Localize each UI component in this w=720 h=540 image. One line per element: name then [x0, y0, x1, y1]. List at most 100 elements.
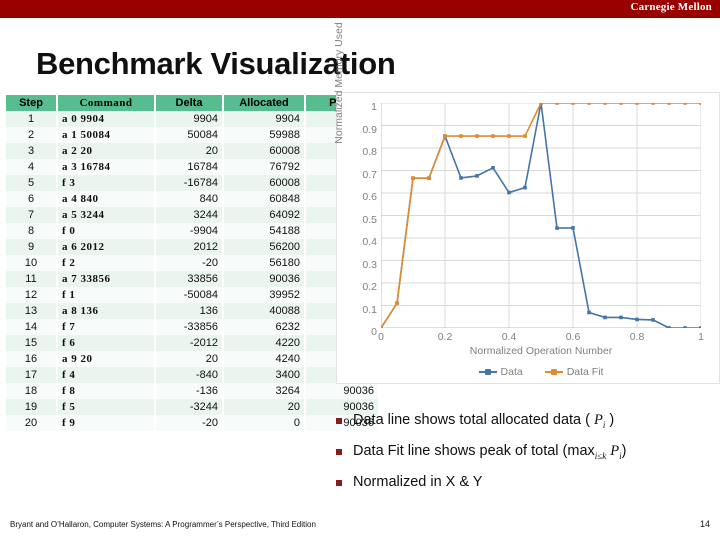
series-marker-data	[507, 190, 511, 195]
series-marker-data-fit	[539, 101, 543, 105]
bullet-square-icon	[336, 448, 342, 455]
y-tick-label: 0.3	[362, 258, 377, 271]
series-marker-data-fit	[427, 176, 431, 180]
cell-step: 9	[6, 239, 58, 255]
cell-step: 19	[6, 399, 58, 415]
series-marker-data	[491, 166, 495, 170]
series-marker-data	[667, 326, 671, 330]
cell-allocated: 60848	[223, 191, 306, 207]
series-marker-data-fit	[699, 101, 703, 105]
cell-allocated: 3400	[223, 367, 306, 383]
series-marker-data	[651, 318, 655, 322]
cell-step: 1	[6, 111, 58, 127]
benchmark-chart: Normalized Memory Used 0 0.1 0.2 0.3 0.4 0.5 0…	[333, 22, 720, 384]
cell-step: 2	[6, 127, 58, 143]
cell-command: f 4	[57, 367, 156, 383]
series-marker-data	[635, 317, 639, 322]
bullet-2-post: )	[621, 442, 627, 459]
cell-allocated: 6232	[223, 319, 306, 335]
cell-step: 12	[6, 287, 58, 303]
series-marker-data-fit	[587, 101, 591, 105]
bullet-1-pre: Data line shows total allocated data (	[353, 412, 590, 428]
cell-allocated: 3264	[223, 383, 306, 399]
y-tick-label: 1	[371, 101, 377, 113]
footer-attribution: Bryant and O’Hallaron, Computer Systems:…	[10, 520, 316, 529]
bullet-1-sub: i	[602, 419, 606, 430]
bullet-2-sub: i≤k	[594, 450, 607, 461]
cell-step: 16	[6, 351, 58, 367]
list-item: Normalized in X & Y	[336, 474, 714, 491]
chart-y-axis-title: Normalized Memory Used	[333, 22, 345, 144]
y-tick-label: 0.1	[362, 303, 377, 316]
cell-delta: 840	[155, 191, 224, 207]
list-item: Data Fit line shows peak of total (maxi≤…	[336, 443, 714, 465]
bullet-2-var: P	[610, 442, 620, 459]
cell-delta: 20	[155, 143, 224, 159]
bullet-square-icon	[336, 479, 342, 486]
table-row: 14f 7-33856623290036	[6, 319, 378, 335]
cell-command: f 1	[57, 287, 156, 303]
x-tick-label: 1	[698, 331, 704, 343]
cell-allocated: 60008	[223, 175, 306, 191]
cell-delta: -20	[155, 415, 224, 431]
cell-allocated: 59988	[223, 127, 306, 143]
y-tick-label: 0.7	[362, 168, 377, 181]
cell-command: f 0	[57, 223, 156, 239]
table-row: 5f 3-167846000876792	[6, 175, 378, 191]
cell-delta: -20	[155, 255, 224, 271]
cell-command: f 3	[57, 175, 156, 191]
cell-delta: -3244	[155, 399, 224, 415]
series-marker-data-fit	[635, 101, 639, 105]
cell-command: a 9 20	[57, 351, 156, 367]
table-row: 18 f 8 -136 3264 90036	[6, 383, 378, 399]
cell-step: 6	[6, 191, 58, 207]
table-row: 17f 4-840340090036	[6, 367, 378, 383]
y-tick-label: 0.4	[362, 236, 377, 248]
cell-delta: -840	[155, 367, 224, 383]
bullet-1-post: )	[609, 412, 615, 428]
series-marker-data-fit	[443, 134, 447, 138]
cell-allocated: 64092	[223, 207, 306, 223]
cell-step: 13	[6, 303, 58, 319]
x-tick-label: 0.8	[629, 331, 645, 343]
column-header-command: Command	[57, 95, 156, 111]
series-marker-data-fit	[507, 134, 511, 138]
series-marker-data-fit	[603, 101, 607, 105]
y-tick-label: 0.6	[362, 191, 377, 203]
cell-delta: 9904	[155, 111, 224, 127]
cell-command: f 9	[57, 415, 156, 431]
cell-step: 3	[6, 143, 58, 159]
table-row: 4a 3 16784167847679276792	[6, 159, 378, 175]
legend-swatch-icon	[478, 369, 497, 375]
table-row: 6a 4 8408406084876792	[6, 191, 378, 207]
slide-page-number: 14	[699, 519, 710, 529]
cell-step: 7	[6, 207, 58, 223]
bullet-list: Data line shows total allocated data ( P…	[336, 412, 714, 500]
cell-delta: -33856	[155, 319, 224, 335]
y-tick-label: 0.8	[362, 146, 377, 158]
cell-allocated: 39952	[223, 287, 306, 303]
benchmark-table-container: Step Command Delta Allocated Peak 1a 0 9…	[6, 95, 378, 431]
series-marker-data-fit	[667, 101, 671, 105]
cell-allocated: 60008	[223, 143, 306, 159]
cell-allocated: 9904	[223, 111, 306, 127]
cell-command: f 6	[57, 335, 156, 351]
cell-delta: -136	[155, 383, 224, 399]
cell-step: 15	[6, 335, 58, 351]
cell-command: f 7	[57, 319, 156, 335]
series-marker-data	[523, 185, 527, 190]
chart-y-tick-labels: 0 0.1 0.2 0.3 0.4 0.5 0.6 0.7 0.8 0.9 1	[345, 97, 377, 338]
table-row: 19 f 5 -3244 20 90036	[6, 399, 378, 415]
list-item: Data line shows total allocated data ( P…	[336, 412, 714, 434]
table-row: 8f 0-99045418876792	[6, 223, 378, 239]
cell-delta: 16784	[155, 159, 224, 175]
cell-delta: 20	[155, 351, 224, 367]
cell-allocated: 0	[223, 415, 306, 431]
bullet-text-2: Data Fit line shows peak of total (maxi≤…	[353, 443, 626, 465]
legend-swatch-icon	[544, 369, 563, 375]
table-body: 1a 0 99049904990499042a 1 50084500845998…	[6, 111, 378, 431]
cell-delta: 136	[155, 303, 224, 319]
chart-svg	[379, 101, 703, 330]
table-row: 7a 5 324432446409276792	[6, 207, 378, 223]
x-tick-label: 0.2	[437, 331, 453, 343]
